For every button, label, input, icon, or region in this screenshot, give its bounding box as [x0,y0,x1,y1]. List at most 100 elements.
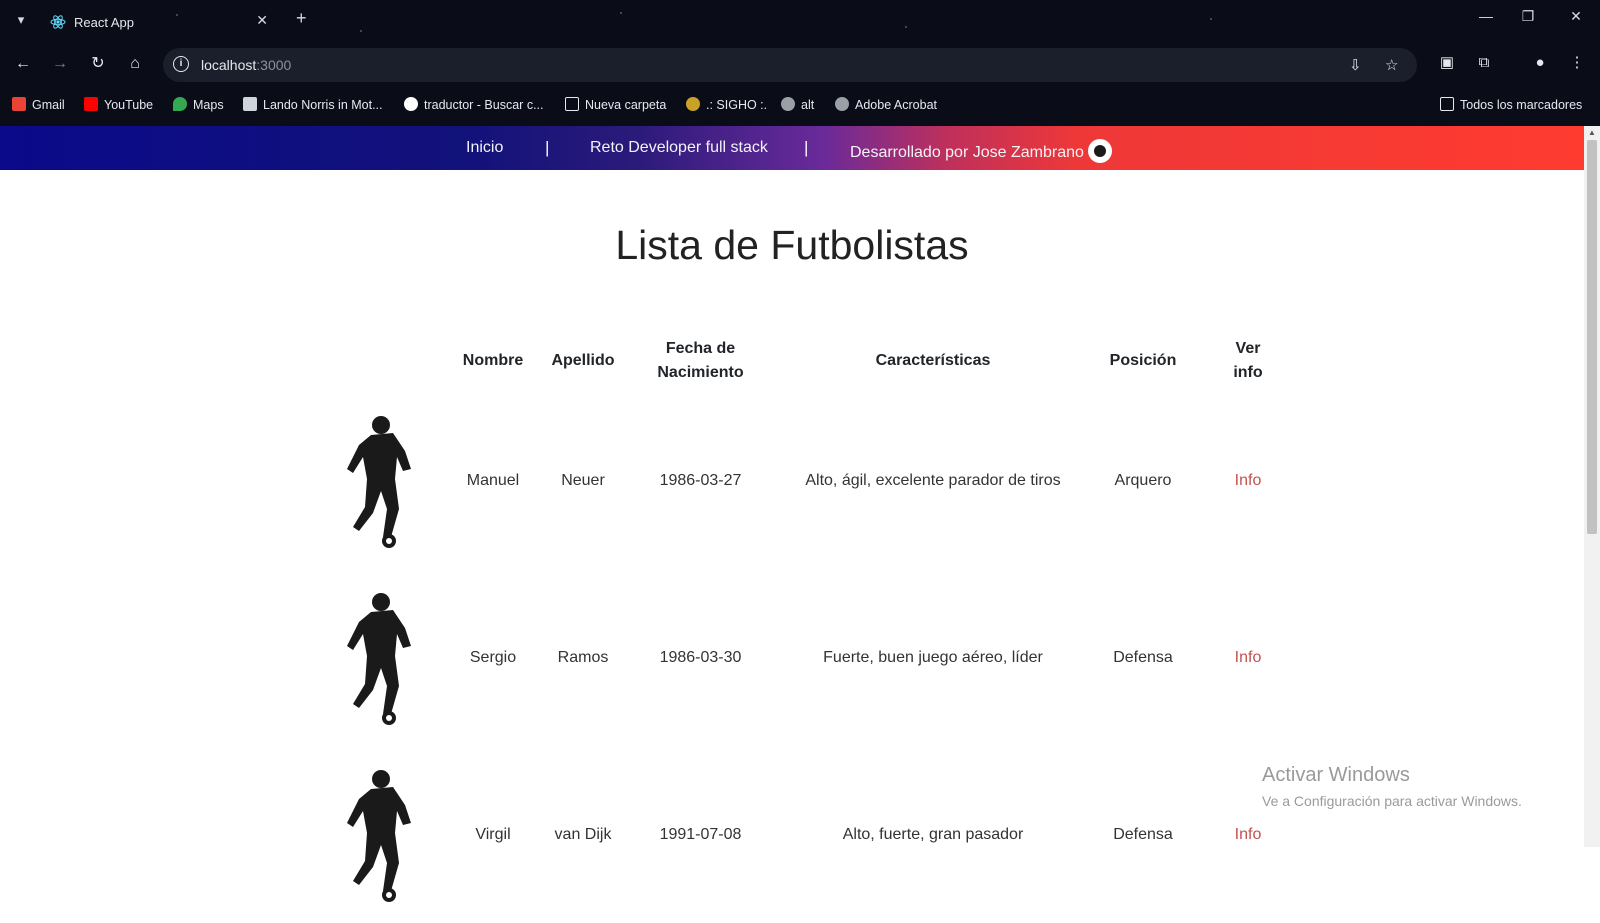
menu-dots-icon[interactable]: ⋮ [1566,52,1588,74]
github-icon[interactable] [1087,139,1112,163]
nav-link-inicio[interactable]: Inicio [466,139,503,157]
bookmark-maps[interactable]: Maps [173,97,224,115]
activation-title: Activar Windows [1262,764,1410,786]
page-title: Lista de Futbolistas [615,222,969,268]
header-image [318,330,448,392]
player-image-cell [318,746,448,923]
page-scrollbar[interactable]: ▲ [1584,126,1600,847]
table-row: Virgil van Dijk 1991-07-08 Alto, fuerte,… [318,746,1303,923]
scrollbar-thumb[interactable] [1587,140,1597,534]
folder-icon [565,97,579,111]
table-row: Sergio Ramos 1986-03-30 Fuerte, buen jue… [318,569,1303,746]
tab-search-chevron-down-icon[interactable]: ▾ [10,9,32,31]
header-ver-info: Ver info [1233,340,1263,381]
install-app-icon[interactable]: ⇩ [1349,56,1362,74]
cell-caracteristicas: Fuerte, buen juego aéreo, líder [823,648,1043,666]
bookmark-adobe-acrobat[interactable]: Adobe Acrobat [835,97,937,115]
cell-caracteristicas: Alto, ágil, excelente parador de tiros [805,471,1061,489]
background-star [360,30,362,32]
address-bar[interactable]: i localhost:3000 ⇩ ☆ [163,48,1417,82]
window-close-icon[interactable]: ✕ [1566,8,1586,25]
cell-fecha: 1991-07-08 [659,825,742,843]
bookmark-alt[interactable]: alt [781,97,814,115]
restore-icon[interactable]: ❐ [1518,8,1538,25]
player-image-cell [318,392,448,569]
tab-react-app[interactable]: React App ✕ [40,6,282,40]
globe-icon [781,97,795,111]
extensions-icon[interactable]: ⧉ [1473,52,1495,74]
header-fecha: Fecha de Nacimiento [657,340,744,381]
background-star [1210,18,1212,20]
react-icon [50,15,66,29]
cell-nombre: Virgil [475,825,511,843]
back-arrow-icon[interactable]: ← [11,52,35,76]
cell-info: Info [1193,569,1303,746]
background-star [620,12,622,14]
tab-title: React App [74,15,134,30]
cell-posicion: Defensa [1113,648,1173,666]
bookmark-nueva-carpeta[interactable]: Nueva carpeta [565,97,666,115]
cell-info: Info [1193,392,1303,569]
bookmark-traductor[interactable]: traductor - Buscar c... [404,97,543,115]
info-link[interactable]: Info [1235,472,1262,489]
sigho-icon [686,97,700,111]
youtube-icon [84,97,98,111]
folder-icon [1440,97,1454,111]
header-caracteristicas: Características [875,352,991,369]
cell-fecha: 1986-03-30 [659,648,742,666]
cell-posicion: Arquero [1114,471,1172,489]
nav-link-desarrollado[interactable]: Desarrollado por Jose Zambrano [850,139,1112,163]
extension-puzzle-icon[interactable]: ▣ [1436,52,1458,74]
bookmark-gmail[interactable]: Gmail [12,97,65,115]
cell-apellido: Neuer [561,471,605,489]
bookmark-lando-norris[interactable]: Lando Norris in Mot... [243,97,383,115]
browser-tab-bar: ▾ React App ✕ + — ❐ ✕ [0,0,1600,42]
forward-arrow-icon[interactable]: → [48,52,72,76]
nav-separator: | [545,138,550,157]
player-image-cell [318,569,448,746]
table-header-row: Nombre Apellido Fecha de Nacimiento Carac… [318,330,1303,392]
bookmark-youtube[interactable]: YouTube [84,97,153,115]
gmail-icon [12,97,26,111]
new-tab-icon[interactable]: + [296,8,307,29]
header-apellido: Apellido [551,352,615,369]
scroll-up-arrow-icon[interactable]: ▲ [1588,128,1596,137]
header-posicion: Posición [1109,352,1177,369]
url-text[interactable]: localhost:3000 [201,57,291,73]
player-silhouette-icon [347,769,411,902]
nav-link-reto[interactable]: Reto Developer full stack [590,139,768,157]
nav-separator: | [804,138,809,157]
maps-pin-icon [173,97,187,111]
app-navbar: Inicio | Reto Developer full stack | Des… [0,126,1584,170]
player-silhouette-icon [347,592,411,725]
background-star [905,26,907,28]
windows-activation-watermark: Activar Windows Ve a Configuración para … [1262,764,1522,809]
cell-caracteristicas: Alto, fuerte, gran pasador [842,825,1024,843]
bookmarks-bar: Gmail YouTube Maps Lando Norris in Mot..… [0,86,1600,126]
cell-apellido: van Dijk [554,825,612,843]
minimize-icon[interactable]: — [1476,8,1496,24]
google-icon [404,97,418,111]
info-link[interactable]: Info [1235,826,1262,843]
globe-icon [835,97,849,111]
site-info-icon[interactable]: i [173,56,189,72]
table-row: Manuel Neuer 1986-03-27 Alto, ágil, exce… [318,392,1303,569]
info-link[interactable]: Info [1235,649,1262,666]
profile-avatar-icon[interactable]: ● [1529,52,1551,74]
cell-fecha: 1986-03-27 [659,471,742,489]
home-icon[interactable]: ⌂ [123,52,147,76]
reload-icon[interactable]: ↻ [86,52,110,76]
browser-toolbar: ← → ↻ ⌂ i localhost:3000 ⇩ ☆ ▣ ⧉ ● ⋮ [0,42,1600,86]
all-bookmarks-folder[interactable]: Todos los marcadores [1440,97,1582,115]
cell-apellido: Ramos [557,648,609,666]
player-silhouette-icon [347,415,411,548]
bookmark-sigho[interactable]: .: SIGHO :. [686,97,767,115]
image-icon [243,97,257,111]
bookmark-star-icon[interactable]: ☆ [1385,56,1398,74]
tab-close-icon[interactable]: ✕ [256,12,268,29]
cell-posicion: Defensa [1113,825,1173,843]
players-table: Nombre Apellido Fecha de Nacimiento Carac… [318,330,1303,923]
cell-nombre: Manuel [466,471,520,489]
header-nombre: Nombre [462,352,524,369]
cell-nombre: Sergio [469,648,517,666]
